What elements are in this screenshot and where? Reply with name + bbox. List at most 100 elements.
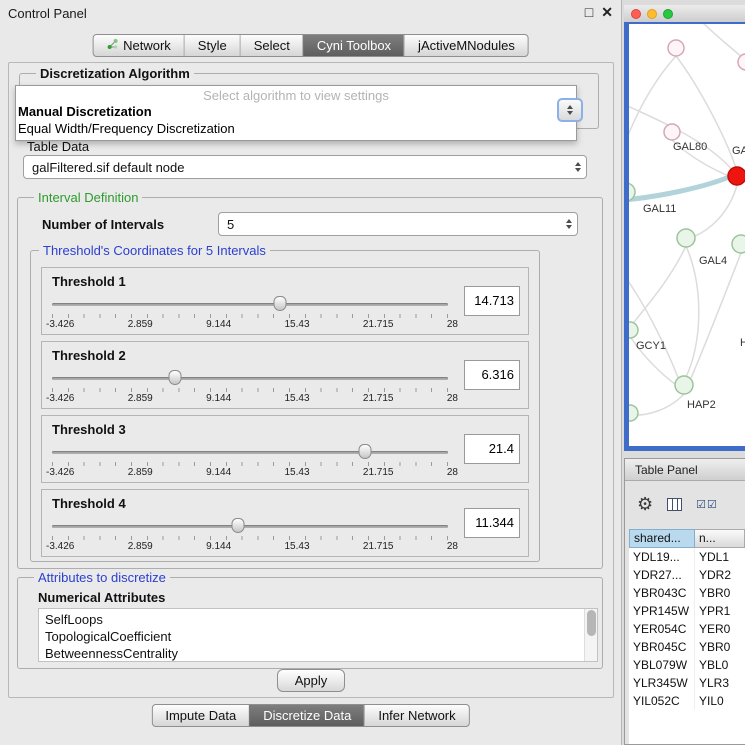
select-columns-icon[interactable]: ☑☑: [696, 498, 718, 511]
threshold-3-slider[interactable]: [52, 444, 448, 460]
threshold-4-slider-thumb[interactable]: [232, 518, 245, 533]
node-label: GCY1: [636, 340, 666, 352]
network-node[interactable]: [738, 54, 745, 70]
column-settings-icon[interactable]: [667, 498, 682, 511]
list-item[interactable]: TopologicalCoefficient: [45, 628, 583, 645]
algorithm-combobox-arrows[interactable]: [557, 98, 583, 122]
threshold-4-slider[interactable]: [52, 518, 448, 534]
highlighted-edge[interactable]: [629, 177, 729, 200]
list-item[interactable]: SelfLoops: [45, 611, 583, 628]
threshold-4-box: Threshold 4 -3.4262.8599.14415.4321.7152…: [41, 489, 529, 557]
column-header-name[interactable]: n...: [695, 529, 745, 548]
node-label: H: [740, 337, 745, 349]
attributes-group-title: Attributes to discretize: [34, 570, 170, 585]
threshold-2-value-field[interactable]: 6.316: [464, 360, 520, 390]
table-header-row: shared... n...: [629, 529, 745, 548]
network-canvas[interactable]: GAL80 GA GAL11 GAL4 GCY1 HAP2 H: [629, 24, 745, 446]
threshold-1-box: Threshold 1 -3.4262.8599.14415.4321.7152…: [41, 267, 529, 335]
tab-style[interactable]: Style: [184, 35, 240, 56]
list-scrollbar[interactable]: [584, 609, 597, 661]
tab-cyni-toolbox[interactable]: Cyni Toolbox: [303, 35, 404, 56]
zoom-traffic-light-icon[interactable]: [663, 9, 673, 19]
threshold-1-value-field[interactable]: 14.713: [464, 286, 520, 316]
bottom-tabbar: Impute Data Discretize Data Infer Networ…: [151, 704, 469, 727]
cyni-panel-body: Discretization Algorithm Select algorith…: [8, 62, 614, 698]
slider-ticks: [52, 388, 449, 392]
tab-jactivemnodules[interactable]: jActiveMNodules: [404, 35, 528, 56]
table-row[interactable]: YPR145WYPR1: [629, 602, 745, 620]
number-of-intervals-combobox[interactable]: 5: [218, 212, 578, 236]
tab-discretize-data[interactable]: Discretize Data: [249, 705, 364, 726]
slider-scale: -3.4262.8599.14415.4321.71528: [46, 467, 458, 478]
tab-infer-network[interactable]: Infer Network: [364, 705, 468, 726]
network-node-hap2[interactable]: [675, 376, 693, 394]
algorithm-option-manual[interactable]: Manual Discretization: [16, 103, 576, 120]
network-node[interactable]: [668, 40, 684, 56]
table-row[interactable]: YER054CYER0: [629, 620, 745, 638]
selected-red-node[interactable]: [728, 167, 745, 185]
float-window-icon[interactable]: □: [585, 4, 593, 21]
thresholds-group: Threshold's Coordinates for 5 Intervals …: [30, 250, 540, 562]
tab-network-label: Network: [123, 35, 171, 56]
slider-ticks: [52, 462, 449, 466]
table-panel-title: Table Panel: [635, 463, 698, 477]
number-of-intervals-label: Number of Intervals: [42, 217, 164, 232]
node-label: GAL80: [673, 141, 707, 153]
threshold-4-label: Threshold 4: [52, 496, 126, 511]
slider-track: [52, 451, 448, 454]
node-label: GAL4: [699, 255, 727, 267]
network-icon: [106, 35, 118, 56]
list-item[interactable]: BetweennessCentrality: [45, 645, 583, 662]
table-row[interactable]: YDR27...YDR2: [629, 566, 745, 584]
control-panel-window: Control Panel □ ✕ Network Style Select C…: [0, 0, 622, 745]
table-row[interactable]: YBR045CYBR0: [629, 638, 745, 656]
network-node-gcy1[interactable]: [629, 322, 638, 338]
slider-ticks: [52, 536, 449, 540]
close-icon[interactable]: ✕: [601, 4, 613, 21]
column-header-shared-name[interactable]: shared...: [629, 529, 695, 548]
table-row[interactable]: YIL052CYIL0: [629, 692, 745, 710]
table-row[interactable]: YBR043CYBR0: [629, 584, 745, 602]
minimize-traffic-light-icon[interactable]: [647, 9, 657, 19]
threshold-3-slider-thumb[interactable]: [358, 444, 371, 459]
table-data-label: Table Data: [27, 139, 89, 154]
apply-button[interactable]: Apply: [277, 669, 345, 692]
table-row[interactable]: YDL19...YDL1: [629, 548, 745, 566]
threshold-2-box: Threshold 2 -3.4262.8599.14415.4321.7152…: [41, 341, 529, 409]
gear-icon[interactable]: ⚙: [637, 495, 653, 513]
slider-track: [52, 525, 448, 528]
network-node[interactable]: [732, 235, 745, 253]
table-row[interactable]: YBL079WYBL0: [629, 656, 745, 674]
threshold-2-slider[interactable]: [52, 370, 448, 386]
node-label: HAP2: [687, 399, 716, 411]
threshold-4-value-field[interactable]: 11.344: [464, 508, 520, 538]
interval-definition-group: Interval Definition Number of Intervals …: [17, 197, 603, 569]
tab-network[interactable]: Network: [93, 35, 184, 56]
combobox-arrows-icon: [566, 219, 572, 229]
scrollbar-thumb[interactable]: [587, 610, 596, 636]
screen: Control Panel □ ✕ Network Style Select C…: [0, 0, 745, 745]
network-node-gal80[interactable]: [664, 124, 680, 140]
network-node-gal4[interactable]: [677, 229, 695, 247]
close-traffic-light-icon[interactable]: [631, 9, 641, 19]
table-data-value: galFiltered.sif default node: [32, 160, 184, 175]
attributes-group: Attributes to discretize Numerical Attri…: [17, 577, 603, 669]
threshold-1-slider[interactable]: [52, 296, 448, 312]
algorithm-dropdown-list: Select algorithm to view settings Manual…: [15, 85, 577, 141]
tab-impute-data[interactable]: Impute Data: [152, 705, 249, 726]
numerical-attributes-label: Numerical Attributes: [38, 590, 165, 605]
tab-select[interactable]: Select: [240, 35, 303, 56]
table-row[interactable]: YLR345WYLR3: [629, 674, 745, 692]
control-panel-titlebar: Control Panel □ ✕: [0, 0, 621, 26]
threshold-2-label: Threshold 2: [52, 348, 126, 363]
table-panel-toolbar: ⚙ ☑☑: [625, 489, 745, 519]
algorithm-group-title: Discretization Algorithm: [36, 66, 194, 81]
table-data-combobox[interactable]: galFiltered.sif default node: [23, 155, 587, 179]
threshold-2-slider-thumb[interactable]: [168, 370, 181, 385]
algorithm-option-equal-width[interactable]: Equal Width/Frequency Discretization: [16, 120, 576, 137]
threshold-3-label: Threshold 3: [52, 422, 126, 437]
threshold-1-slider-thumb[interactable]: [274, 296, 287, 311]
numerical-attributes-list[interactable]: SelfLoops TopologicalCoefficient Between…: [38, 608, 598, 662]
threshold-3-value-field[interactable]: 21.4: [464, 434, 520, 464]
network-node[interactable]: [629, 405, 638, 421]
